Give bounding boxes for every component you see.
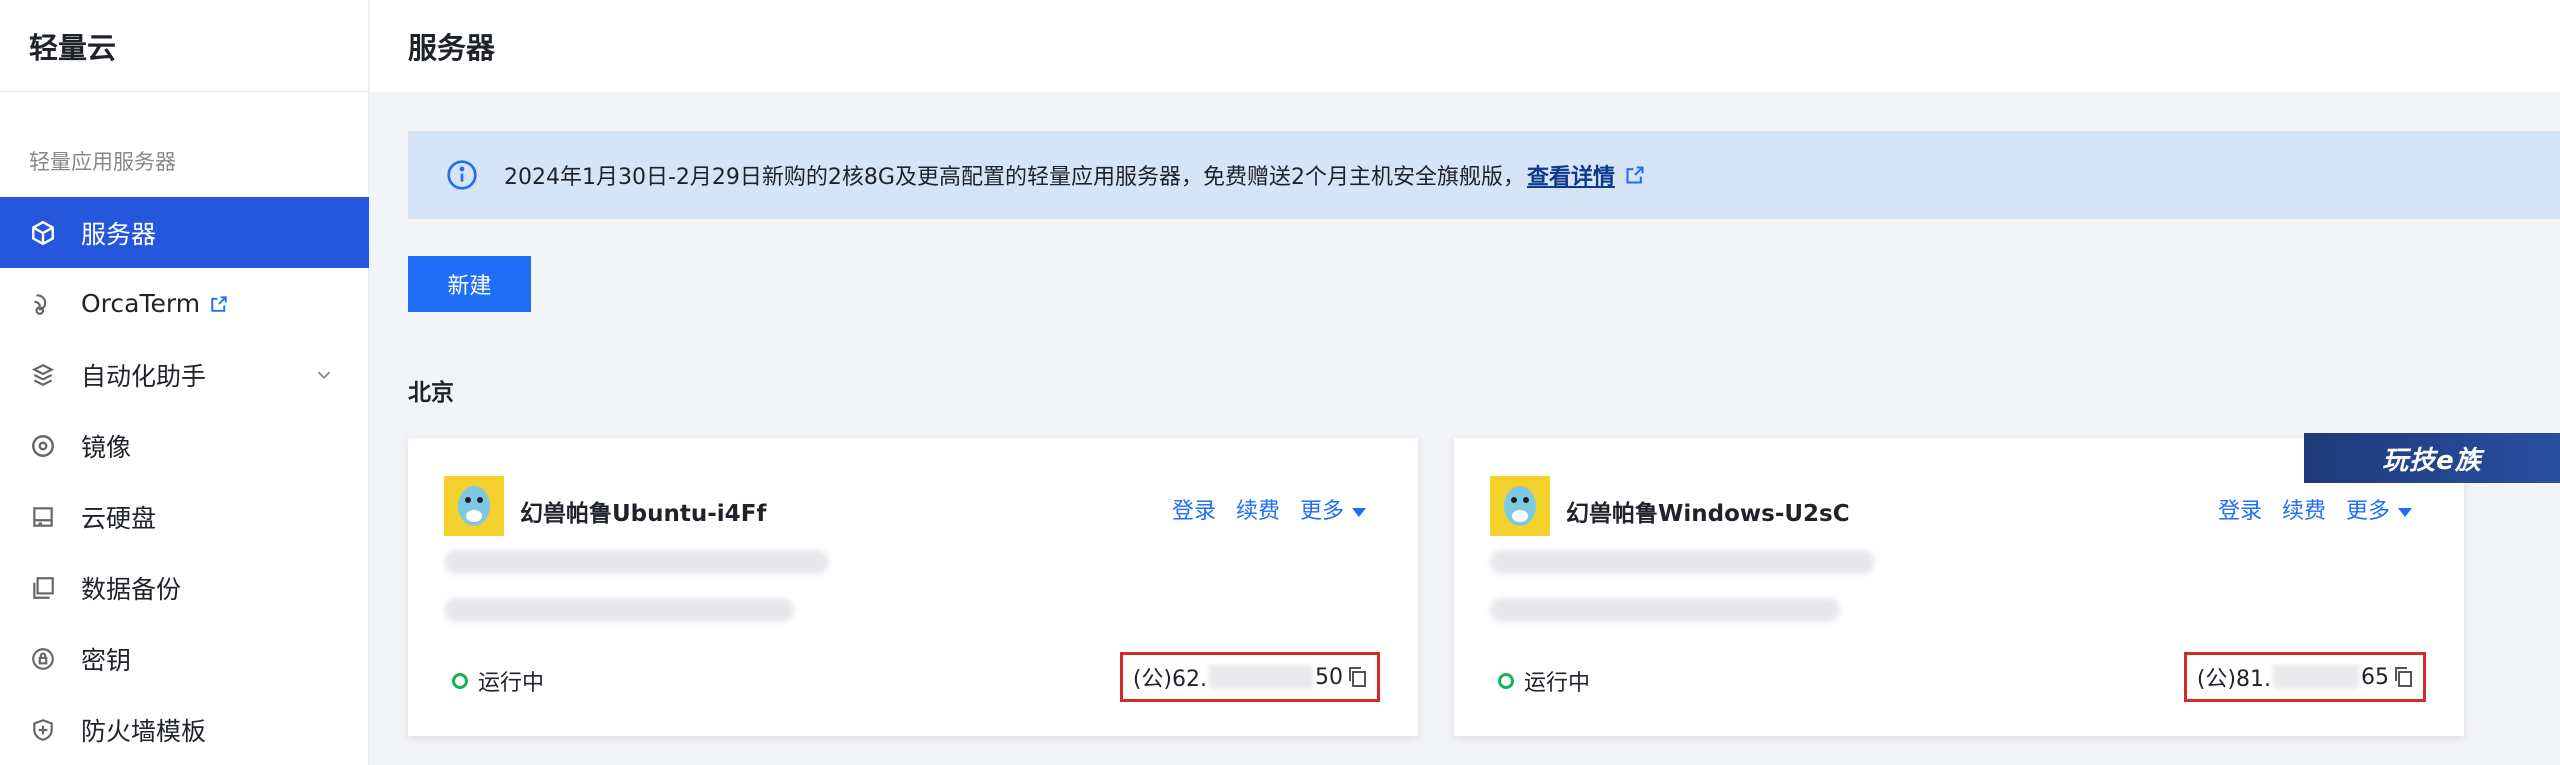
page-header: 服务器 [370,0,2560,92]
sidebar-item-backup[interactable]: 数据备份 [0,552,369,623]
blurred-info [444,598,794,622]
disk-icon [29,503,57,531]
sidebar-item-servers[interactable]: 服务器 [0,197,369,268]
automation-icon [29,361,57,389]
sidebar: 轻量云 轻量应用服务器 服务器 OrcaTerm 自动化助手 镜像 云硬盘 数据… [0,0,369,765]
sidebar-menu: 服务器 OrcaTerm 自动化助手 镜像 云硬盘 数据备份 密钥 防火墙模板 [0,197,369,765]
status-indicator: 运行中 [1498,665,1590,697]
backup-icon [29,574,57,602]
external-link-icon[interactable] [1625,165,1645,185]
external-link-icon [210,295,228,313]
sidebar-item-label: 自动化助手 [81,361,207,391]
ip-masked [1209,665,1313,689]
server-name[interactable]: 幻兽帕鲁Ubuntu-i4Ff [520,494,766,528]
public-ip: (公)62. 50 [1119,652,1380,702]
status-dot-icon [452,673,468,689]
ip-suffix: 65 [2361,664,2389,690]
more-dropdown[interactable]: 更多 [1300,493,1366,525]
sidebar-item-orcaterm[interactable]: OrcaTerm [0,268,369,339]
ip-masked [2273,665,2359,689]
login-button[interactable]: 登录 [1172,493,1216,525]
sidebar-item-automation[interactable]: 自动化助手 [0,339,369,410]
status-dot-icon [1498,673,1514,689]
ip-prefix: (公)81. [2196,667,2271,692]
card-actions: 登录 续费 更多 [2218,493,2412,525]
copy-icon[interactable] [1347,666,1367,688]
chevron-down-icon[interactable] [313,363,335,385]
avatar [1490,476,1550,536]
sidebar-item-label: 数据备份 [81,574,182,604]
blurred-info [1490,598,1840,622]
key-icon [29,645,57,673]
sidebar-item-label: 镜像 [81,432,132,462]
watermark-logo: 玩技e族 [2304,433,2560,483]
blurred-info [1490,550,1875,574]
copy-icon[interactable] [2393,666,2413,688]
server-card[interactable]: 幻兽帕鲁Ubuntu-i4Ff 登录 续费 更多 运行中 (公)62. 50 [408,438,1418,736]
region-label: 北京 [408,380,454,406]
card-actions: 登录 续费 更多 [1172,493,1366,525]
sidebar-item-label: 服务器 [81,219,157,249]
ip-prefix: (公)62. [1132,667,1207,692]
shield-icon [29,716,57,744]
public-ip: (公)81. 65 [2183,652,2426,702]
new-server-button[interactable]: 新建 [408,256,531,312]
sidebar-item-label: 云硬盘 [81,503,157,533]
page-title: 服务器 [408,31,496,65]
avatar [444,476,504,536]
sidebar-item-keys[interactable]: 密钥 [0,623,369,694]
status-text: 运行中 [478,671,545,696]
view-details-link[interactable]: 查看详情 [1527,159,1615,191]
status-text: 运行中 [1524,671,1591,696]
sidebar-item-images[interactable]: 镜像 [0,410,369,481]
cube-icon [29,219,57,247]
server-name[interactable]: 幻兽帕鲁Windows-U2sC [1566,494,1850,528]
sidebar-item-label: 密钥 [81,645,132,675]
notice-text: 2024年1月30日-2月29日新购的2核8G及更高配置的轻量应用服务器，免费赠… [504,165,1525,190]
info-icon [446,159,478,191]
ip-suffix: 50 [1315,664,1343,690]
blurred-info [444,550,829,574]
sidebar-item-firewall[interactable]: 防火墙模板 [0,694,369,765]
terminal-icon [29,290,57,318]
renew-button[interactable]: 续费 [1236,493,1280,525]
sidebar-item-label: OrcaTerm [81,289,201,318]
disc-icon [29,432,57,460]
brand-title: 轻量云 [0,0,368,92]
login-button[interactable]: 登录 [2218,493,2262,525]
renew-button[interactable]: 续费 [2282,493,2326,525]
sidebar-item-label: 防火墙模板 [81,716,207,746]
promo-notice: 2024年1月30日-2月29日新购的2核8G及更高配置的轻量应用服务器，免费赠… [408,131,2560,219]
more-dropdown[interactable]: 更多 [2346,493,2412,525]
sidebar-item-cloud-disk[interactable]: 云硬盘 [0,481,369,552]
status-indicator: 运行中 [452,665,544,697]
